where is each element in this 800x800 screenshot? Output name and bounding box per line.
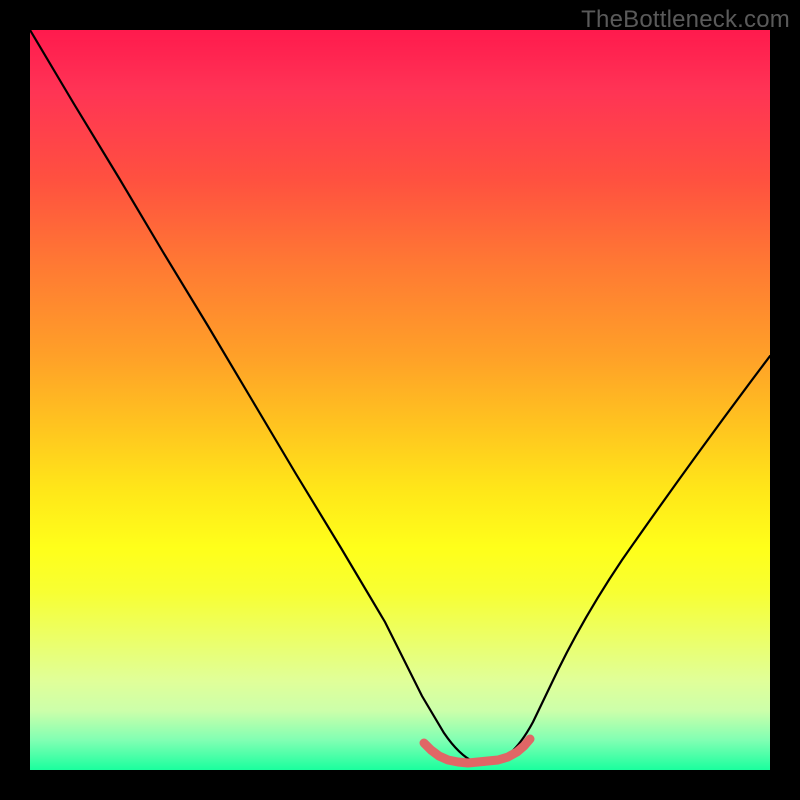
chart-container: TheBottleneck.com [0,0,800,800]
plot-area [30,30,770,770]
curve-layer [30,30,770,770]
bottleneck-curve [30,30,770,763]
watermark-text: TheBottleneck.com [581,6,790,34]
